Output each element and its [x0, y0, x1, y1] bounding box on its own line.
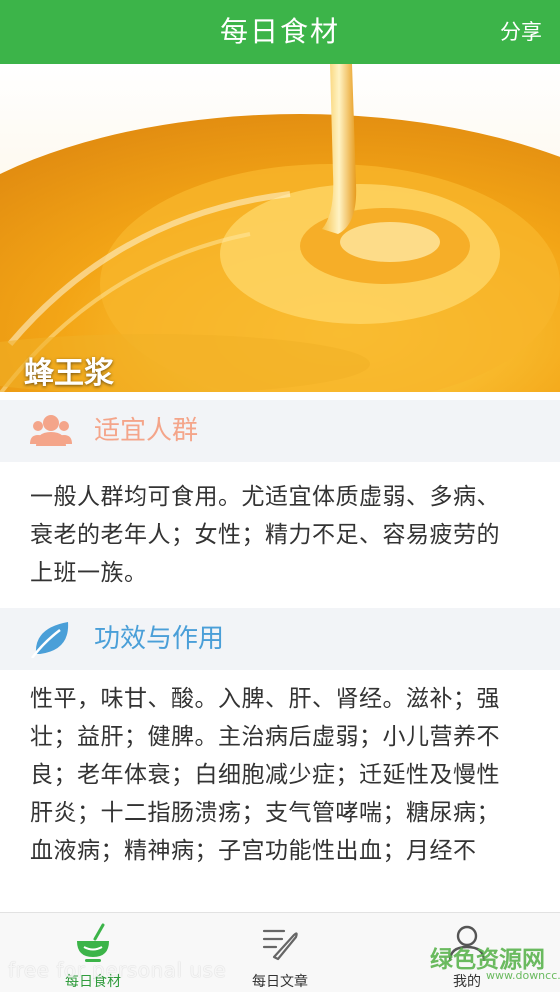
section-header-suitable-people: 适宜人群 [0, 400, 560, 462]
people-icon [30, 415, 72, 446]
watermark-logo: 绿色资源网 www.downcc.com [430, 940, 560, 984]
header-bar: 每日食材 分享 [0, 0, 560, 64]
article-icon [262, 929, 298, 961]
section-title: 适宜人群 [94, 416, 199, 446]
share-button[interactable]: 分享 [500, 0, 542, 64]
food-name: 蜂王浆 [24, 356, 114, 391]
hero-banner: 蜂王浆 [0, 64, 560, 392]
section-text-suitable-people: 一般人群均可食用。尤适宜体质虚弱、多病、衰老的老年人；女性；精力不足、容易疲劳的… [30, 484, 500, 586]
page-title: 每日食材 [219, 15, 340, 48]
honey-pour-image [0, 64, 560, 392]
watermark-url: www.downcc.com [486, 969, 560, 982]
leaf-icon [31, 622, 69, 658]
watermark-text: free for personal use [8, 958, 227, 982]
section-title: 功效与作用 [94, 624, 225, 654]
section-text-efficacy: 性平，味甘、酸。入脾、肝、肾经。滋补；强壮；益肝；健脾。主治病后虚弱；小儿营养不… [30, 686, 500, 864]
bowl-icon [77, 923, 109, 962]
section-header-efficacy: 功效与作用 [0, 608, 560, 670]
